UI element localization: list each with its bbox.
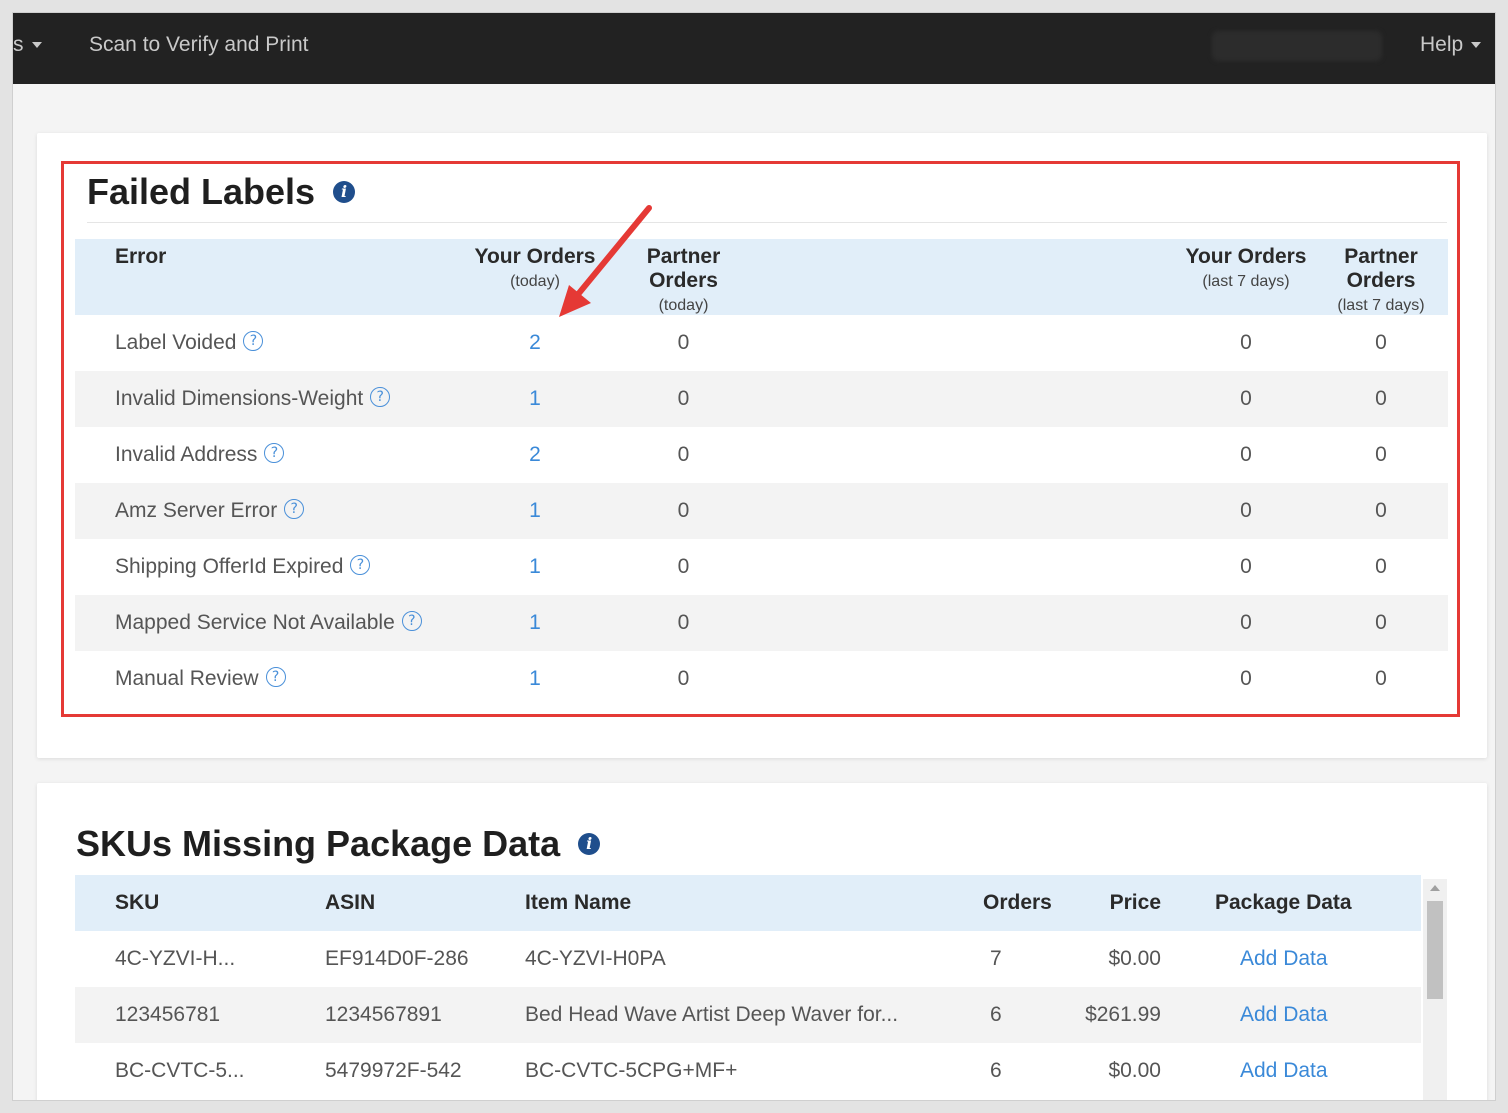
asin-cell: 1234567891 xyxy=(285,987,485,1043)
asin-cell: EF914D0F-286 xyxy=(325,947,469,970)
info-icon[interactable]: i xyxy=(578,833,601,856)
orders-cell: 6 xyxy=(943,987,1053,1043)
skus-heading: SKUs Missing Package Data i xyxy=(76,823,601,865)
annotation-arrow-head xyxy=(559,285,591,317)
skus-table: SKU ASIN Item Name Orders Price Package … xyxy=(75,875,1421,1099)
sku-cell: 4C-YZVI-H... xyxy=(115,947,236,970)
asin-cell: 5479972F-542 xyxy=(325,1059,462,1082)
item-name-cell: BC-CVTC-5CPG+MF+ xyxy=(525,1059,738,1082)
price-cell: $0.00 xyxy=(1108,947,1161,970)
price-cell: $0.00 xyxy=(1108,1059,1161,1082)
price-cell: $261.99 xyxy=(1053,987,1161,1043)
annotation-arrow-shaft xyxy=(572,205,652,301)
header-orders: Orders xyxy=(943,875,1053,931)
item-name-cell: Bed Head Wave Artist Deep Waver for... xyxy=(485,987,943,1043)
table-row: 4C-YZVI-H... EF914D0F-286 4C-YZVI-H0PA 7… xyxy=(75,931,1421,987)
header-asin: ASIN xyxy=(285,875,485,931)
orders-cell: 7 xyxy=(990,947,1002,970)
orders-cell: 6 xyxy=(990,1059,1002,1082)
header-item-name: Item Name xyxy=(485,875,943,931)
header-price: Price xyxy=(1053,875,1161,931)
table-row: BC-CVTC-5... 5479972F-542 BC-CVTC-5CPG+M… xyxy=(75,1043,1421,1099)
add-data-link[interactable]: Add Data xyxy=(1161,987,1421,1043)
scrollbar-thumb[interactable] xyxy=(1427,901,1443,999)
add-data-link[interactable]: Add Data xyxy=(1161,1043,1421,1099)
sku-cell: BC-CVTC-5... xyxy=(115,1059,245,1082)
header-sku: SKU xyxy=(75,875,285,931)
table-header-row: SKU ASIN Item Name Orders Price Package … xyxy=(75,875,1421,931)
table-scrollbar[interactable] xyxy=(1423,879,1447,1100)
item-name-cell: 4C-YZVI-H0PA xyxy=(525,947,666,970)
scroll-up-arrow-icon[interactable] xyxy=(1430,885,1440,891)
sku-cell: 123456781 xyxy=(75,987,285,1043)
header-package-data: Package Data xyxy=(1161,875,1421,931)
app-window: s Scan to Verify and Print Help Failed L… xyxy=(13,13,1495,1100)
add-data-link[interactable]: Add Data xyxy=(1161,931,1421,987)
table-row: 123456781 1234567891 Bed Head Wave Artis… xyxy=(75,987,1421,1043)
skus-title: SKUs Missing Package Data xyxy=(76,823,561,864)
